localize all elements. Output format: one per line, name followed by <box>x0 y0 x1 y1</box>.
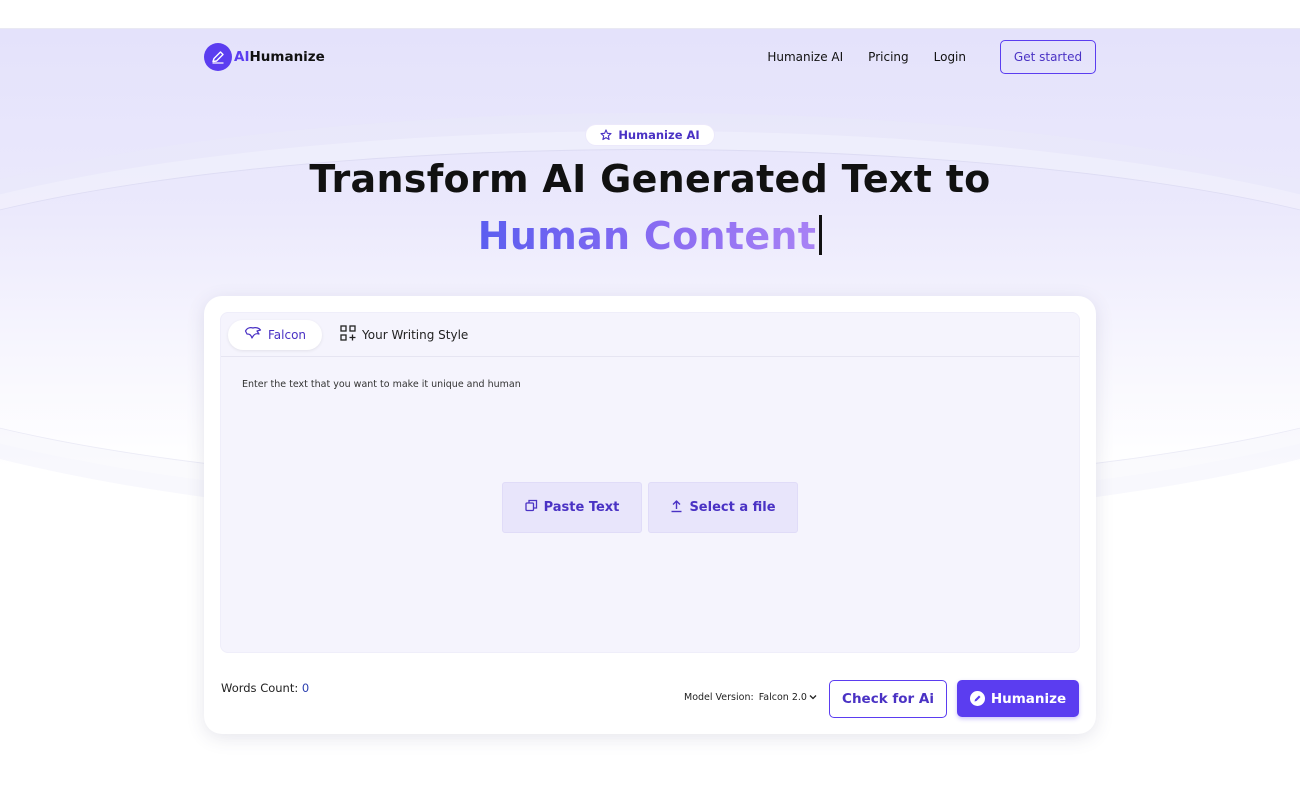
get-started-button[interactable]: Get started <box>1000 40 1096 74</box>
tab-falcon[interactable]: Falcon <box>228 319 323 350</box>
humanizer-card: Falcon Your Writing Style Enter the text… <box>204 296 1096 734</box>
humanize-button[interactable]: Humanize <box>957 680 1079 717</box>
star-icon <box>600 126 612 145</box>
top-nav: AIHumanize Humanize AI Pricing Login Get… <box>204 40 1096 74</box>
nav-link-humanize-ai[interactable]: Humanize AI <box>767 50 843 64</box>
editor-panel: Falcon Your Writing Style Enter the text… <box>220 312 1080 653</box>
hero-title-line2: Human Content <box>0 214 1300 258</box>
hero-badge-label: Humanize AI <box>618 128 700 142</box>
input-actions: Paste Text Select a file <box>502 482 798 533</box>
chevron-down-icon <box>809 692 817 703</box>
text-input-area[interactable]: Enter the text that you want to make it … <box>242 379 521 390</box>
paste-text-button[interactable]: Paste Text <box>502 482 642 533</box>
nav-link-pricing[interactable]: Pricing <box>868 50 908 64</box>
typing-caret <box>819 215 823 255</box>
nav-links: Humanize AI Pricing Login Get started <box>742 40 1096 74</box>
upload-icon <box>670 499 683 517</box>
humanize-button-label: Humanize <box>990 690 1067 707</box>
pen-icon <box>969 691 985 706</box>
brand-name: AIHumanize <box>234 49 325 65</box>
hero-title-line1: Transform AI Generated Text to <box>309 157 991 201</box>
words-count-value: 0 <box>301 681 310 695</box>
landing-page: AIHumanize Humanize AI Pricing Login Get… <box>0 28 1300 760</box>
pen-logo-icon <box>204 43 232 71</box>
falcon-icon <box>244 325 262 344</box>
model-version: Model Version: Falcon 2.0 <box>684 692 817 703</box>
select-file-button[interactable]: Select a file <box>648 482 798 533</box>
tab-writing-style-label: Your Writing Style <box>362 327 469 342</box>
copy-icon <box>524 499 538 516</box>
model-version-label: Model Version: <box>684 692 754 703</box>
grid-plus-icon <box>340 325 356 344</box>
model-version-select[interactable]: Falcon 2.0 <box>759 692 817 703</box>
hero-title-highlight: Human Content <box>477 214 817 258</box>
tab-writing-style[interactable]: Your Writing Style <box>324 320 484 350</box>
paste-text-label: Paste Text <box>543 500 620 515</box>
words-count-label: Words Count: <box>221 681 299 695</box>
nav-link-login[interactable]: Login <box>934 50 966 64</box>
check-for-ai-button[interactable]: Check for Ai <box>829 680 947 718</box>
hero-badge: Humanize AI <box>586 125 714 145</box>
tab-falcon-label: Falcon <box>268 327 307 342</box>
brand-suffix: Humanize <box>249 49 325 65</box>
model-tabs: Falcon Your Writing Style <box>221 313 1079 357</box>
model-version-value: Falcon 2.0 <box>758 692 807 703</box>
logo[interactable]: AIHumanize <box>204 43 325 71</box>
words-count: Words Count: 0 <box>221 681 309 695</box>
select-file-label: Select a file <box>689 500 776 515</box>
brand-prefix: AI <box>234 49 250 65</box>
